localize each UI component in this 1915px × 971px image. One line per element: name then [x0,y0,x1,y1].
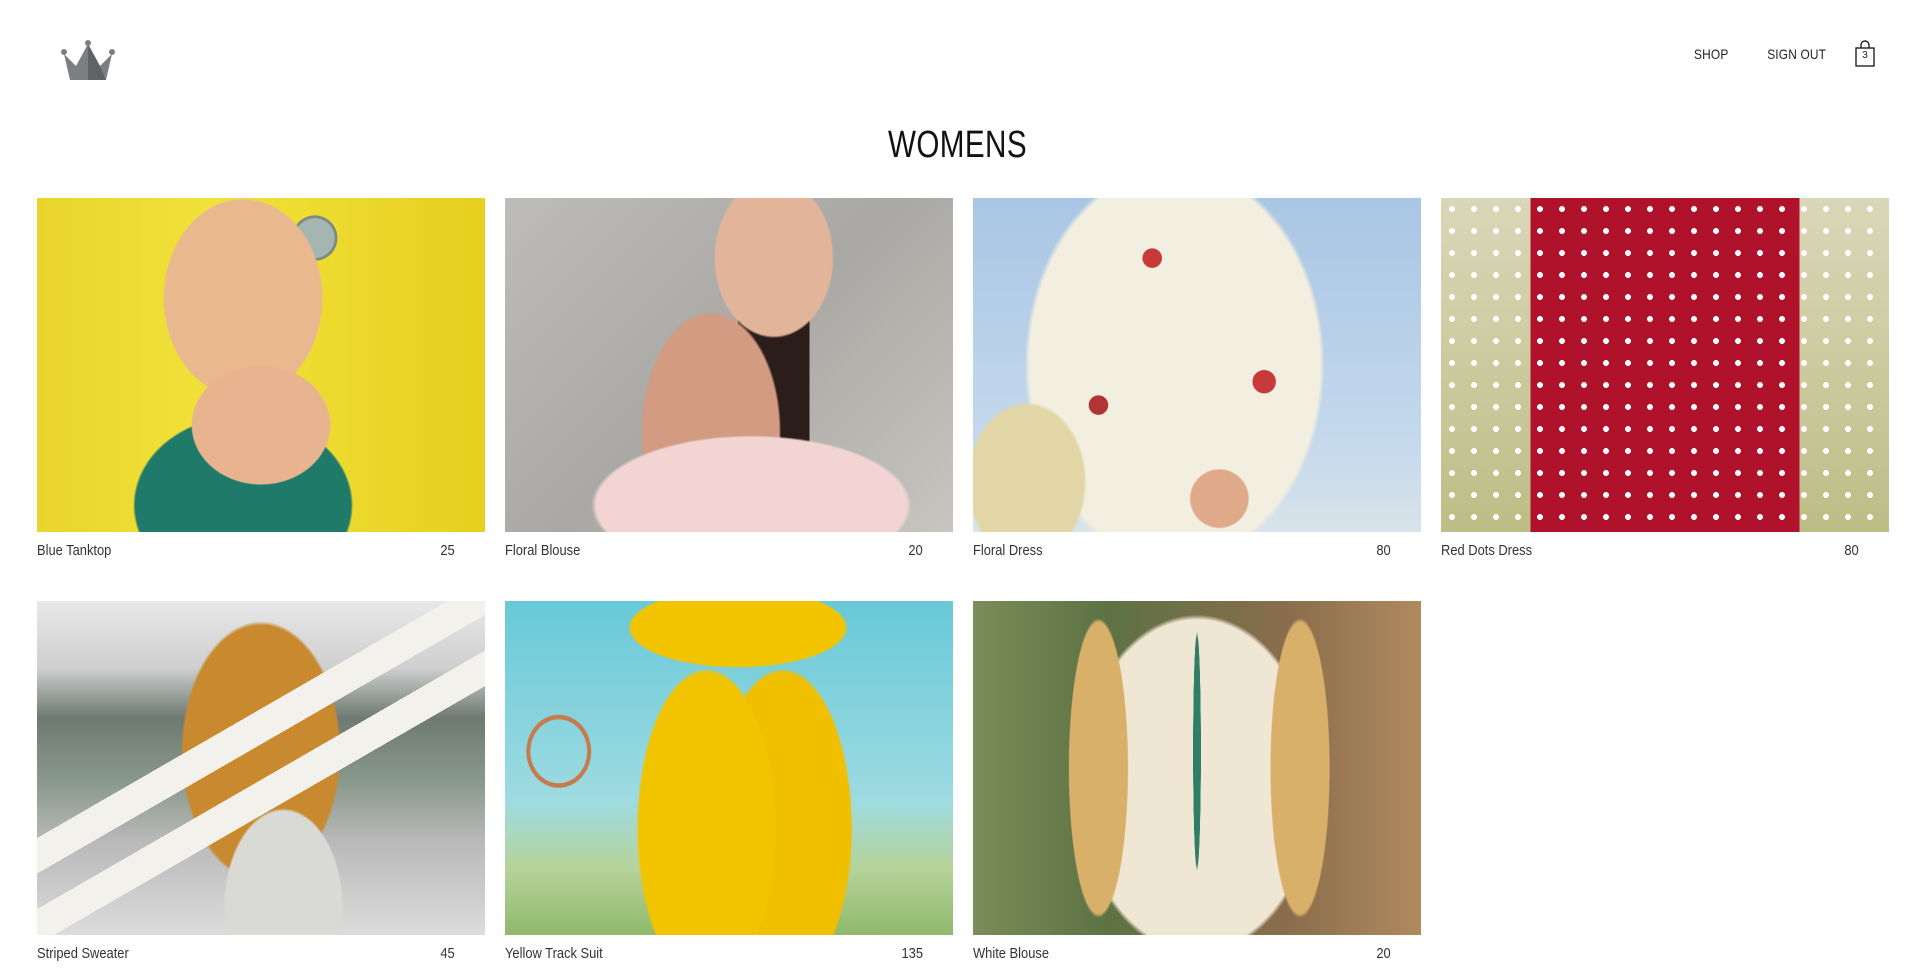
product-card[interactable]: Floral Dress 80 [973,198,1421,568]
product-price: 80 [1376,541,1391,559]
product-image[interactable] [37,601,485,935]
product-card[interactable]: Floral Blouse 20 [505,198,953,568]
product-name: Striped Sweater [37,944,129,962]
header: SHOP SIGN OUT 3 [0,0,1915,110]
product-price: 20 [908,541,923,559]
product-price: 80 [1844,541,1859,559]
product-name: Floral Blouse [505,541,581,559]
product-footer: Blue Tanktop 25 [37,532,485,568]
product-footer: Striped Sweater 45 [37,935,485,971]
product-footer: White Blouse 20 [973,935,1421,971]
product-image[interactable] [1441,198,1889,532]
product-price: 25 [440,541,455,559]
product-footer: Floral Blouse 20 [505,532,953,568]
product-name: Floral Dress [973,541,1043,559]
product-image[interactable] [973,198,1421,532]
product-price: 20 [1376,944,1391,962]
product-card[interactable]: Striped Sweater 45 [37,601,485,971]
page-title: WOMENS [887,124,1028,166]
product-card[interactable]: Yellow Track Suit 135 [505,601,953,971]
product-name: Red Dots Dress [1441,541,1533,559]
product-grid: Blue Tanktop 25 Floral Blouse 20 Floral … [37,198,1889,971]
cart-button[interactable]: 3 [1853,40,1877,68]
product-footer: Red Dots Dress 80 [1441,532,1889,568]
product-image[interactable] [973,601,1421,935]
crown-icon[interactable] [60,40,116,86]
product-image[interactable] [505,198,953,532]
product-price: 45 [440,944,455,962]
product-image[interactable] [505,601,953,935]
product-image[interactable] [37,198,485,532]
product-name: Blue Tanktop [37,541,112,559]
nav-link-sign-out[interactable]: SIGN OUT [1767,46,1826,62]
product-card[interactable]: Blue Tanktop 25 [37,198,485,568]
product-card[interactable]: White Blouse 20 [973,601,1421,971]
nav-link-shop[interactable]: SHOP [1694,46,1728,62]
product-footer: Floral Dress 80 [973,532,1421,568]
product-footer: Yellow Track Suit 135 [505,935,953,971]
cart-count: 3 [1862,50,1868,61]
product-name: White Blouse [973,944,1050,962]
product-name: Yellow Track Suit [505,944,603,962]
product-card[interactable]: Red Dots Dress 80 [1441,198,1889,568]
product-price: 135 [901,944,923,962]
main-nav: SHOP SIGN OUT 3 [1661,40,1877,68]
